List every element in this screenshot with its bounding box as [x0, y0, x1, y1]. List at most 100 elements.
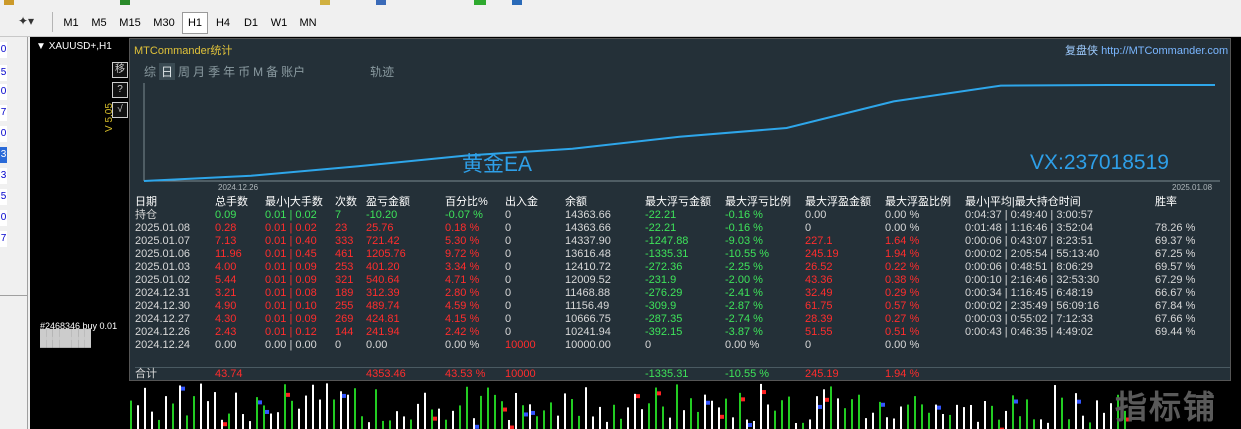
candle	[781, 400, 783, 429]
candle	[795, 422, 797, 429]
cell-minmax: 0.01 | 0.12	[265, 326, 317, 338]
candle	[277, 412, 279, 429]
holding-row: 持仓 0.09 0.01 | 0.02 7 -10.20 -0.07 % 0 14363.66…	[135, 209, 1230, 222]
tab-3[interactable]: 月	[193, 63, 205, 80]
cell-maxfppct: 1.94 %	[885, 248, 920, 260]
watch-row-digit[interactable]: 3	[0, 168, 7, 184]
panel-title: MTCommander统计	[134, 45, 233, 57]
tab-8[interactable]: 备	[266, 63, 278, 80]
tab-9[interactable]: 账户	[281, 63, 305, 80]
cell-maxfppct: 0.22 %	[885, 261, 920, 273]
candle	[543, 410, 545, 429]
market-watch-strip: 0 5 0 7 0 3 3 5 0 7	[0, 37, 28, 429]
candle	[158, 419, 160, 429]
cell-minmax: 0.01 | 0.40	[265, 235, 317, 247]
candle-area	[130, 383, 1130, 429]
watch-row-digit[interactable]: 7	[0, 105, 7, 121]
watch-row-digit[interactable]: 0	[0, 210, 7, 226]
timeframe-h4-button[interactable]: H4	[210, 12, 236, 34]
cell-maxfp: 0	[805, 222, 812, 234]
candle	[186, 415, 188, 429]
move-button[interactable]: 移	[112, 62, 128, 78]
cell-balance: 12410.72	[565, 261, 611, 273]
watch-row-digit[interactable]: 0	[0, 84, 7, 100]
watch-row-digit[interactable]: 7	[0, 231, 7, 247]
tab-4[interactable]: 季	[208, 63, 220, 80]
timeframe-w1-button[interactable]: W1	[266, 12, 292, 34]
tab-7[interactable]: M	[253, 65, 263, 79]
line-tool-icon[interactable]: ✦▾	[18, 14, 34, 28]
candle	[599, 406, 601, 429]
trade-marker	[181, 386, 185, 391]
cell-maxfppct: 0.00 %	[885, 222, 920, 234]
candle	[1082, 415, 1084, 429]
candle	[809, 419, 811, 429]
chart-icon[interactable]	[4, 0, 14, 5]
column-header: 最大浮盈比例	[885, 196, 951, 208]
watch-row-digit[interactable]: 5	[0, 65, 7, 81]
cell-maxdd: -272.36	[645, 261, 683, 273]
cell-balance: 12009.52	[565, 274, 611, 286]
watch-row-digit[interactable]: 5	[0, 189, 7, 205]
cell-io: 0	[505, 248, 512, 260]
timeframe-mn-button[interactable]: MN	[294, 12, 322, 34]
candle	[557, 415, 559, 429]
candle	[725, 398, 727, 429]
candle	[452, 410, 454, 429]
pencil-icon[interactable]	[320, 0, 330, 5]
total-pnl: 4353.46	[366, 368, 406, 380]
candle	[1110, 403, 1112, 429]
tab-6[interactable]: 币	[238, 63, 250, 80]
candle	[844, 408, 846, 429]
tab-2[interactable]: 周	[178, 63, 190, 80]
cell-count: 333	[335, 235, 354, 247]
cell-pct: 9.72 %	[445, 248, 480, 260]
timeframe-d1-button[interactable]: D1	[238, 12, 264, 34]
cell-balance: 11156.49	[565, 300, 610, 312]
watch-row-digit[interactable]: 3	[0, 147, 7, 163]
timeframe-m30-button[interactable]: M30	[148, 12, 180, 34]
template-icon[interactable]	[376, 0, 386, 5]
tab-10[interactable]: 轨迹	[370, 63, 394, 80]
trade-marker	[937, 405, 941, 410]
cell-maxddpct: -2.00 %	[725, 274, 763, 286]
cell-minmax: 0.01 | 0.10	[265, 300, 317, 312]
timeframe-m1-button[interactable]: M1	[58, 12, 84, 34]
cell-time: 0:01:48 | 1:16:46 | 3:52:04	[965, 222, 1094, 234]
candle	[529, 404, 531, 429]
arrow-icon[interactable]	[120, 0, 130, 5]
watch-row-digit[interactable]: 0	[0, 42, 7, 58]
trade-marker	[524, 412, 528, 417]
candle	[697, 411, 699, 429]
candle	[900, 406, 902, 429]
candle	[249, 421, 251, 429]
candle	[193, 396, 195, 429]
tab-1[interactable]: 日	[159, 63, 176, 80]
tab-5[interactable]: 年	[223, 63, 235, 80]
globe-icon[interactable]	[512, 0, 522, 5]
watch-row-digit[interactable]: 0	[0, 126, 7, 142]
cell-maxdd: -22.21	[645, 209, 677, 221]
trade-marker	[286, 392, 290, 397]
tab-0[interactable]: 综	[144, 63, 156, 80]
timeframe-m5-button[interactable]: M5	[86, 12, 112, 34]
plus-icon[interactable]	[474, 0, 486, 5]
candle	[949, 414, 951, 429]
candle	[1103, 412, 1105, 429]
timeframe-m15-button[interactable]: M15	[114, 12, 146, 34]
candle	[508, 419, 510, 429]
cell-pnl: -10.20	[366, 209, 398, 221]
timeframe-h1-button[interactable]: H1	[182, 12, 208, 34]
table-row: 2024.12.31 3.21 0.01 | 0.08 189 312.39 2.80 %…	[135, 287, 1230, 300]
candle	[305, 395, 307, 429]
site-link[interactable]: http://MTCommander.com	[1101, 45, 1228, 57]
help-button[interactable]: ?	[112, 82, 128, 98]
candle	[466, 386, 468, 429]
candle	[501, 401, 503, 429]
graph-end-date: 2025.01.08	[1172, 183, 1213, 192]
cell-date: 2025.01.08	[135, 222, 191, 234]
cell-win: 69.44 %	[1155, 326, 1196, 338]
cell-time: 0:00:06 | 0:43:07 | 8:23:51	[965, 235, 1094, 247]
cell-pnl: 1205.76	[366, 248, 406, 260]
total-maxdd: -1335.31	[645, 368, 689, 380]
